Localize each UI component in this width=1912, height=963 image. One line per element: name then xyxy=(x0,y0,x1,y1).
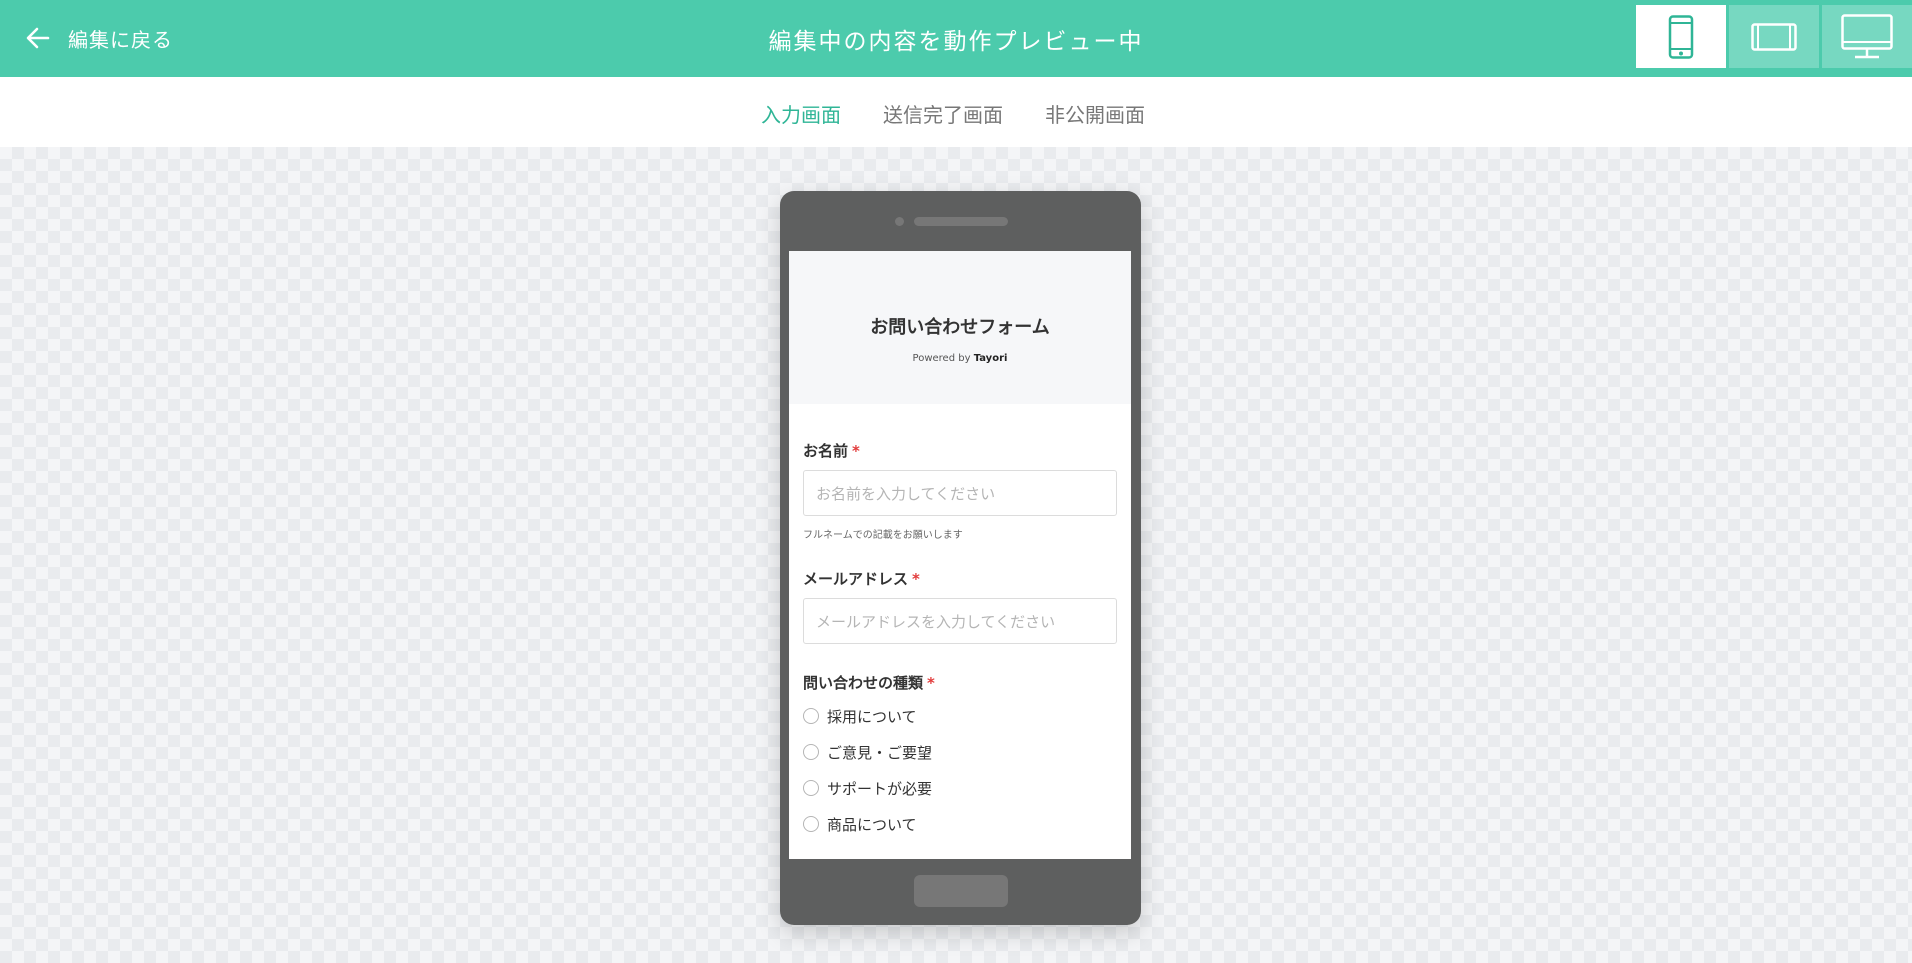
required-mark: * xyxy=(912,570,920,588)
radio-option-label: ご意見・ご要望 xyxy=(827,743,933,762)
tablet-icon xyxy=(1751,22,1797,51)
page-title: 編集中の内容を動作プレビュー中 xyxy=(768,29,1144,55)
email-field-label: メールアドレス * xyxy=(803,568,1117,589)
powered-by: Powered by Tayori xyxy=(789,353,1131,364)
radio-option[interactable]: 採用について xyxy=(803,698,1117,734)
phone-frame: お問い合わせフォーム Powered by Tayori お名前 * お名前を入力… xyxy=(780,191,1141,925)
phone-speaker xyxy=(914,217,1008,226)
radio-circle[interactable] xyxy=(803,708,819,724)
radio-option[interactable]: サポートが必要 xyxy=(803,770,1117,806)
inquiry-label-text: 問い合わせの種類 xyxy=(803,674,924,692)
radio-option[interactable]: 商品について xyxy=(803,806,1117,842)
phone-camera xyxy=(895,217,904,226)
name-hint: フルネームでの記載をお願いします xyxy=(803,530,963,541)
desktop-icon xyxy=(1841,13,1893,58)
device-tablet-button[interactable] xyxy=(1729,5,1819,68)
phone-screen: お問い合わせフォーム Powered by Tayori お名前 * お名前を入力… xyxy=(789,251,1131,859)
tab-bar: 入力画面 送信完了画面 非公開画面 xyxy=(0,77,1912,152)
tab-submission-complete-screen[interactable]: 送信完了画面 xyxy=(883,99,1003,142)
tab-private-screen[interactable]: 非公開画面 xyxy=(1045,99,1145,142)
radio-circle[interactable] xyxy=(803,780,819,796)
form-title: お問い合わせフォーム xyxy=(870,317,1050,338)
name-field-label: お名前 * xyxy=(803,440,1117,461)
name-label-text: お名前 xyxy=(803,442,849,460)
email-placeholder: メールアドレスを入力してください xyxy=(816,612,1056,631)
tab-input-screen[interactable]: 入力画面 xyxy=(761,99,841,152)
form-body: お名前 * お名前を入力してください フルネームでの記載をお願いします メールアド… xyxy=(789,404,1131,842)
device-desktop-button[interactable] xyxy=(1822,5,1912,68)
powered-brand[interactable]: Tayori xyxy=(974,353,1008,364)
radio-option[interactable]: ご意見・ご要望 xyxy=(803,734,1117,770)
name-input[interactable]: お名前を入力してください xyxy=(803,470,1117,516)
radio-circle[interactable] xyxy=(803,744,819,760)
radio-circle[interactable] xyxy=(803,816,819,832)
radio-option-label: サポートが必要 xyxy=(827,779,933,798)
phone-home-button[interactable] xyxy=(914,875,1008,907)
top-bar: 編集に戻る 編集中の内容を動作プレビュー中 xyxy=(0,0,1912,77)
email-label-text: メールアドレス xyxy=(803,570,909,588)
email-input[interactable]: メールアドレスを入力してください xyxy=(803,598,1117,644)
name-placeholder: お名前を入力してください xyxy=(816,484,996,503)
smartphone-icon xyxy=(1668,14,1694,59)
inquiry-type-label: 問い合わせの種類 * xyxy=(803,672,1117,693)
device-switcher xyxy=(1636,5,1912,68)
radio-option-label: 商品について xyxy=(827,815,917,834)
required-mark: * xyxy=(852,442,860,460)
required-mark: * xyxy=(927,674,935,692)
powered-prefix: Powered by xyxy=(912,353,971,364)
radio-option-label: 採用について xyxy=(827,707,917,726)
form-header: お問い合わせフォーム Powered by Tayori xyxy=(789,251,1131,404)
device-smartphone-button[interactable] xyxy=(1636,5,1726,68)
